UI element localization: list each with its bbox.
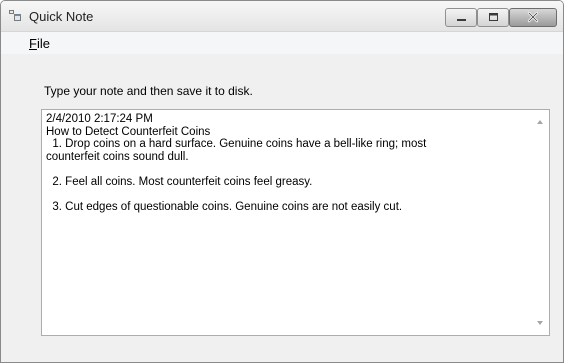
scroll-down-icon[interactable] xyxy=(537,321,543,325)
close-icon xyxy=(527,11,539,23)
menu-file[interactable]: File xyxy=(29,36,50,51)
title-bar[interactable]: Quick Note xyxy=(1,1,563,32)
maximize-button[interactable] xyxy=(477,8,509,27)
note-text[interactable]: 2/4/2010 2:17:24 PM How to Detect Counte… xyxy=(46,113,526,213)
maximize-icon xyxy=(489,13,498,21)
quick-note-window: Quick Note File Type your note and then … xyxy=(0,0,564,363)
menu-bar: File xyxy=(1,32,563,54)
instruction-label: Type your note and then save it to disk. xyxy=(44,84,253,98)
window-title: Quick Note xyxy=(29,9,94,24)
vertical-scrollbar[interactable] xyxy=(532,110,549,335)
scroll-up-icon[interactable] xyxy=(537,120,543,124)
minimize-icon xyxy=(457,19,466,21)
note-textarea[interactable]: 2/4/2010 2:17:24 PM How to Detect Counte… xyxy=(41,109,550,336)
app-window-icon[interactable] xyxy=(9,10,21,21)
menu-file-label: ile xyxy=(36,36,50,51)
menu-file-mnemonic: F xyxy=(29,36,37,51)
minimize-button[interactable] xyxy=(445,8,477,27)
close-button[interactable] xyxy=(509,8,557,27)
